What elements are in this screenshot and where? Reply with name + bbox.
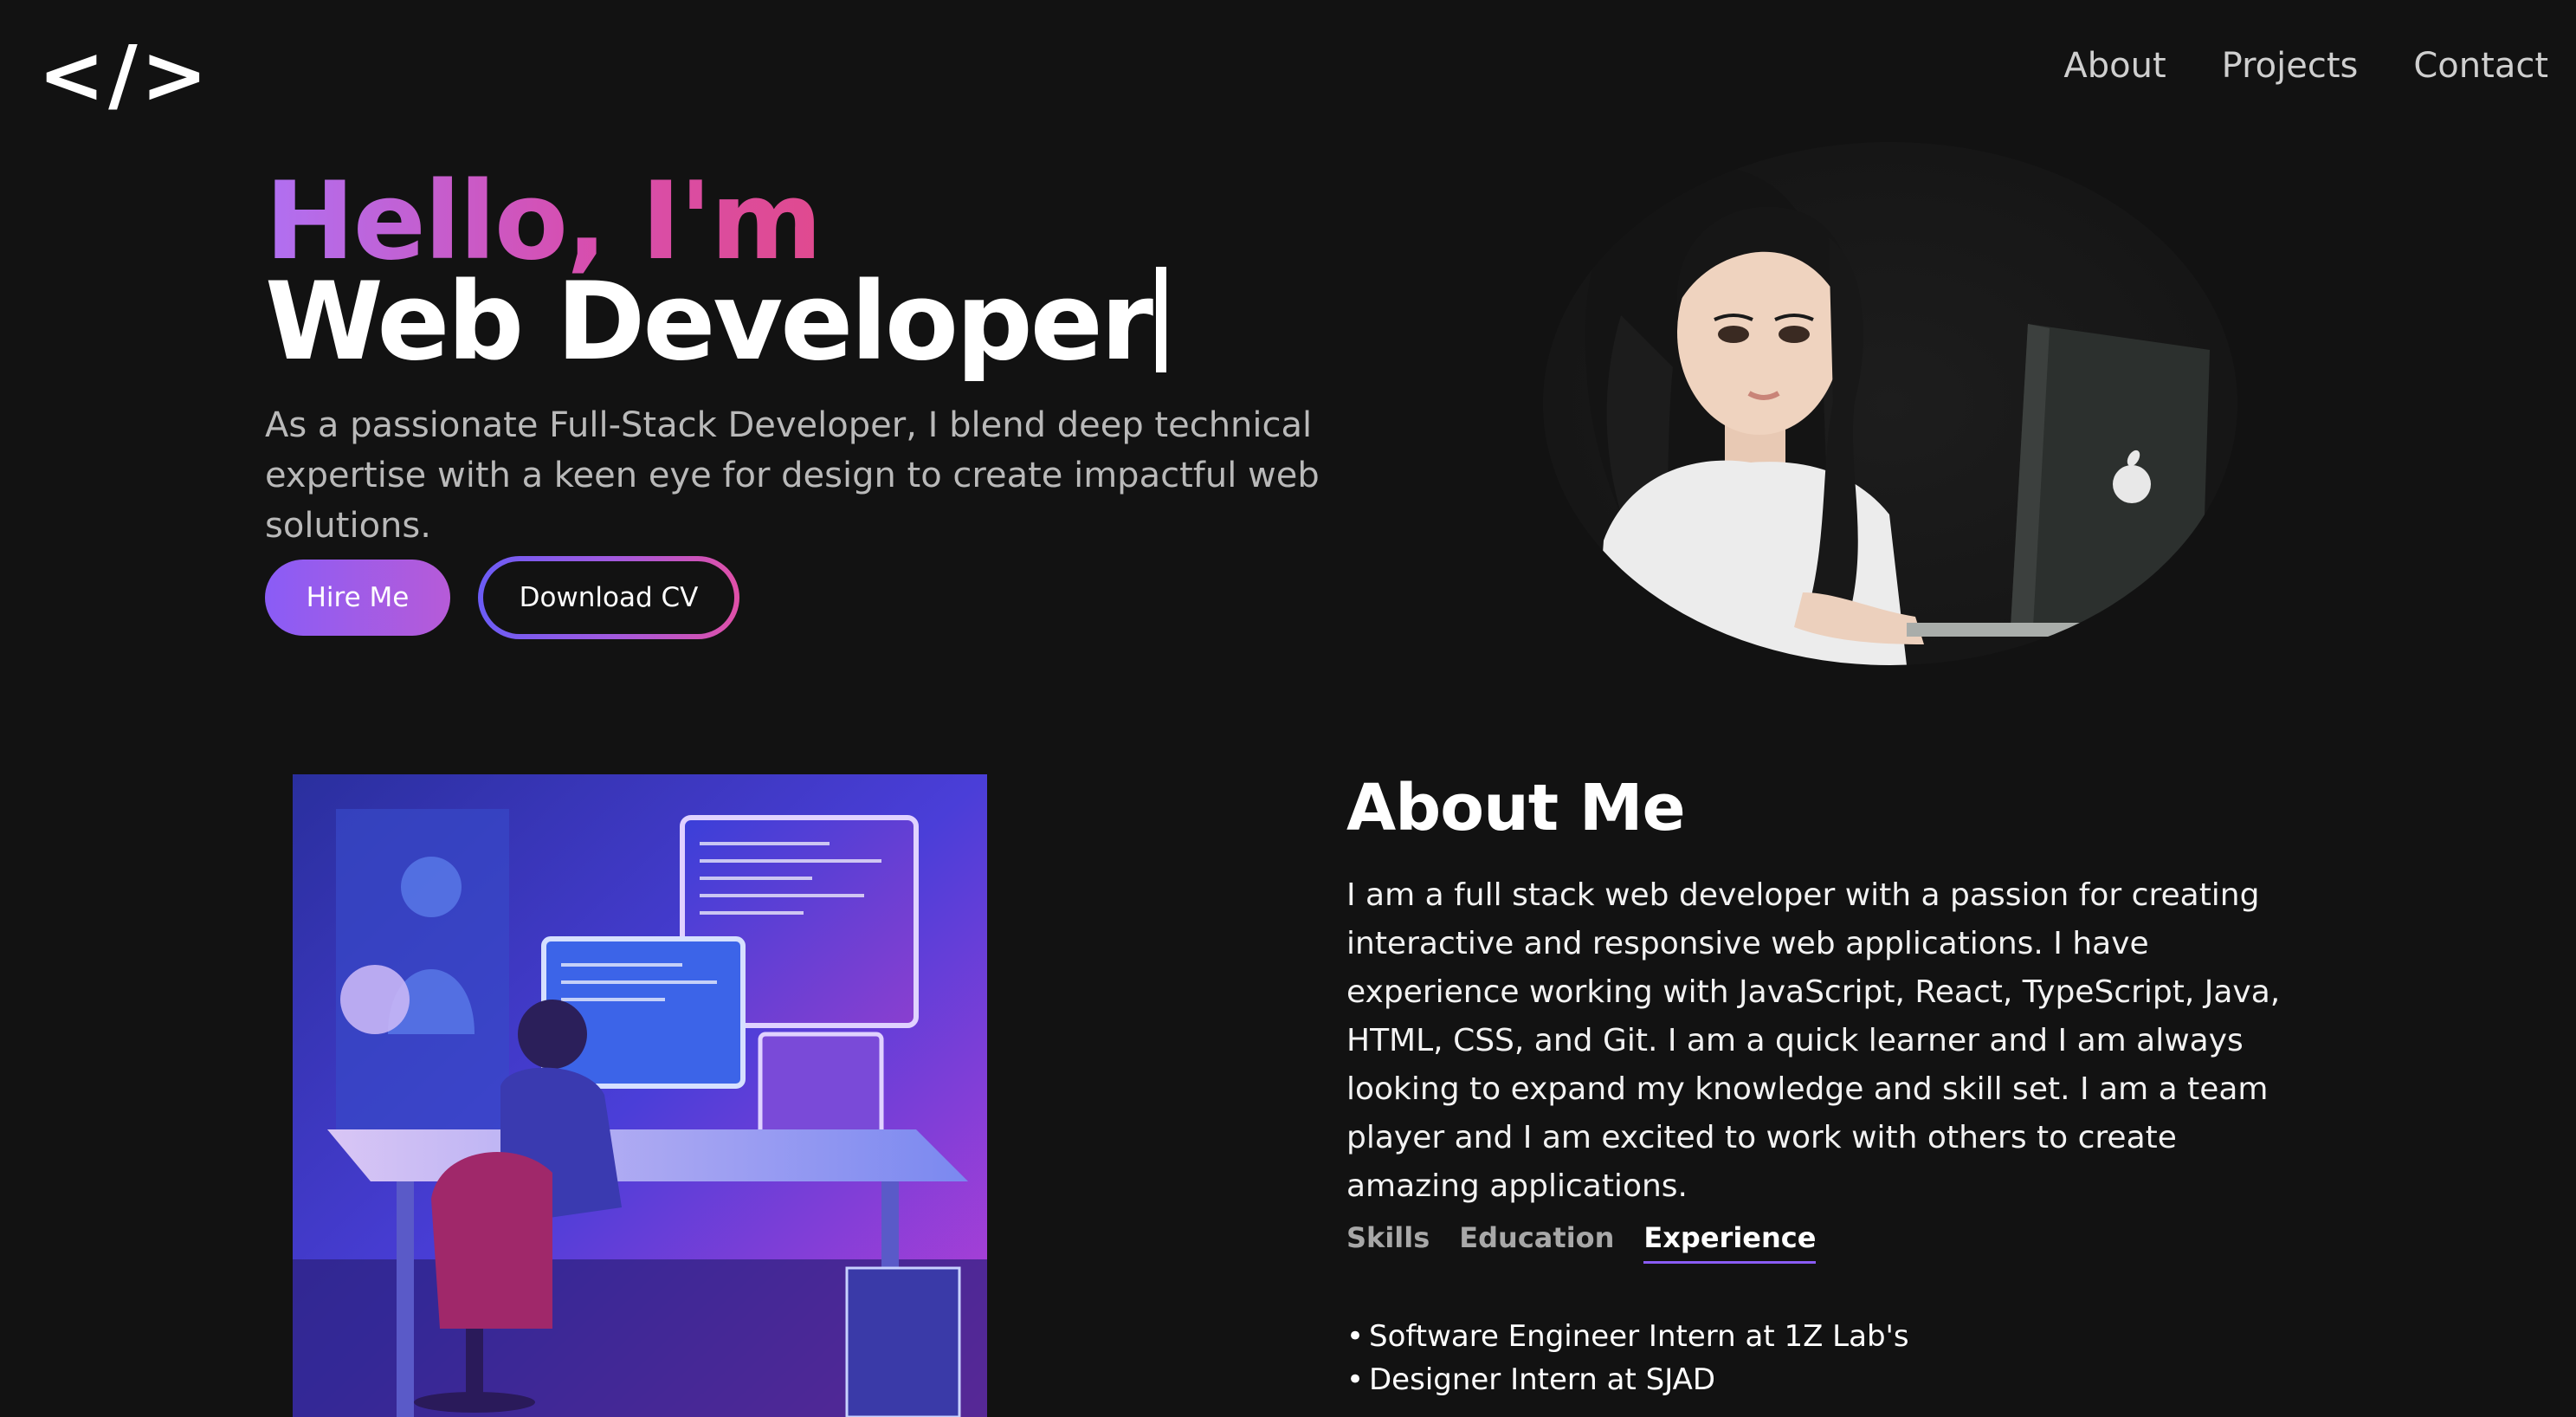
download-cv-button-frame: Download CV <box>478 556 739 639</box>
about-body-text: I am a full stack web developer with a p… <box>1346 877 2281 1204</box>
nav-contact-link[interactable]: Contact <box>2413 38 2548 94</box>
main-nav: About Projects Contact <box>2063 38 2548 94</box>
experience-list: Software Engineer Intern at 1Z Lab's Des… <box>1346 1315 1909 1401</box>
tab-education[interactable]: Education <box>1459 1216 1614 1264</box>
portfolio-page: </> About Projects Contact Hello, I'm We… <box>0 0 2576 1417</box>
logo[interactable]: </> <box>38 28 211 123</box>
hero-avatar-image <box>1543 142 2237 665</box>
about-tabs: Skills Education Experience <box>1346 1216 1817 1264</box>
hero-description: As a passionate Full-Stack Developer, I … <box>265 405 1320 546</box>
tab-skills[interactable]: Skills <box>1346 1216 1430 1264</box>
tab-experience[interactable]: Experience <box>1643 1216 1817 1264</box>
nav-about-link[interactable]: About <box>2063 38 2166 94</box>
hire-me-button[interactable]: Hire Me <box>265 560 450 636</box>
list-item: Software Engineer Intern at 1Z Lab's <box>1346 1315 1909 1358</box>
list-item: Designer Intern at SJAD <box>1346 1358 1909 1401</box>
about-illustration-image <box>293 774 987 1417</box>
about-heading: About Me <box>1346 771 1686 845</box>
nav-projects-link[interactable]: Projects <box>2222 38 2359 94</box>
hero-title-wrapper: Web Developer <box>265 265 1167 379</box>
download-cv-button[interactable]: Download CV <box>483 561 734 634</box>
hero-title: Web Developer <box>265 260 1153 385</box>
typing-cursor <box>1156 267 1167 372</box>
